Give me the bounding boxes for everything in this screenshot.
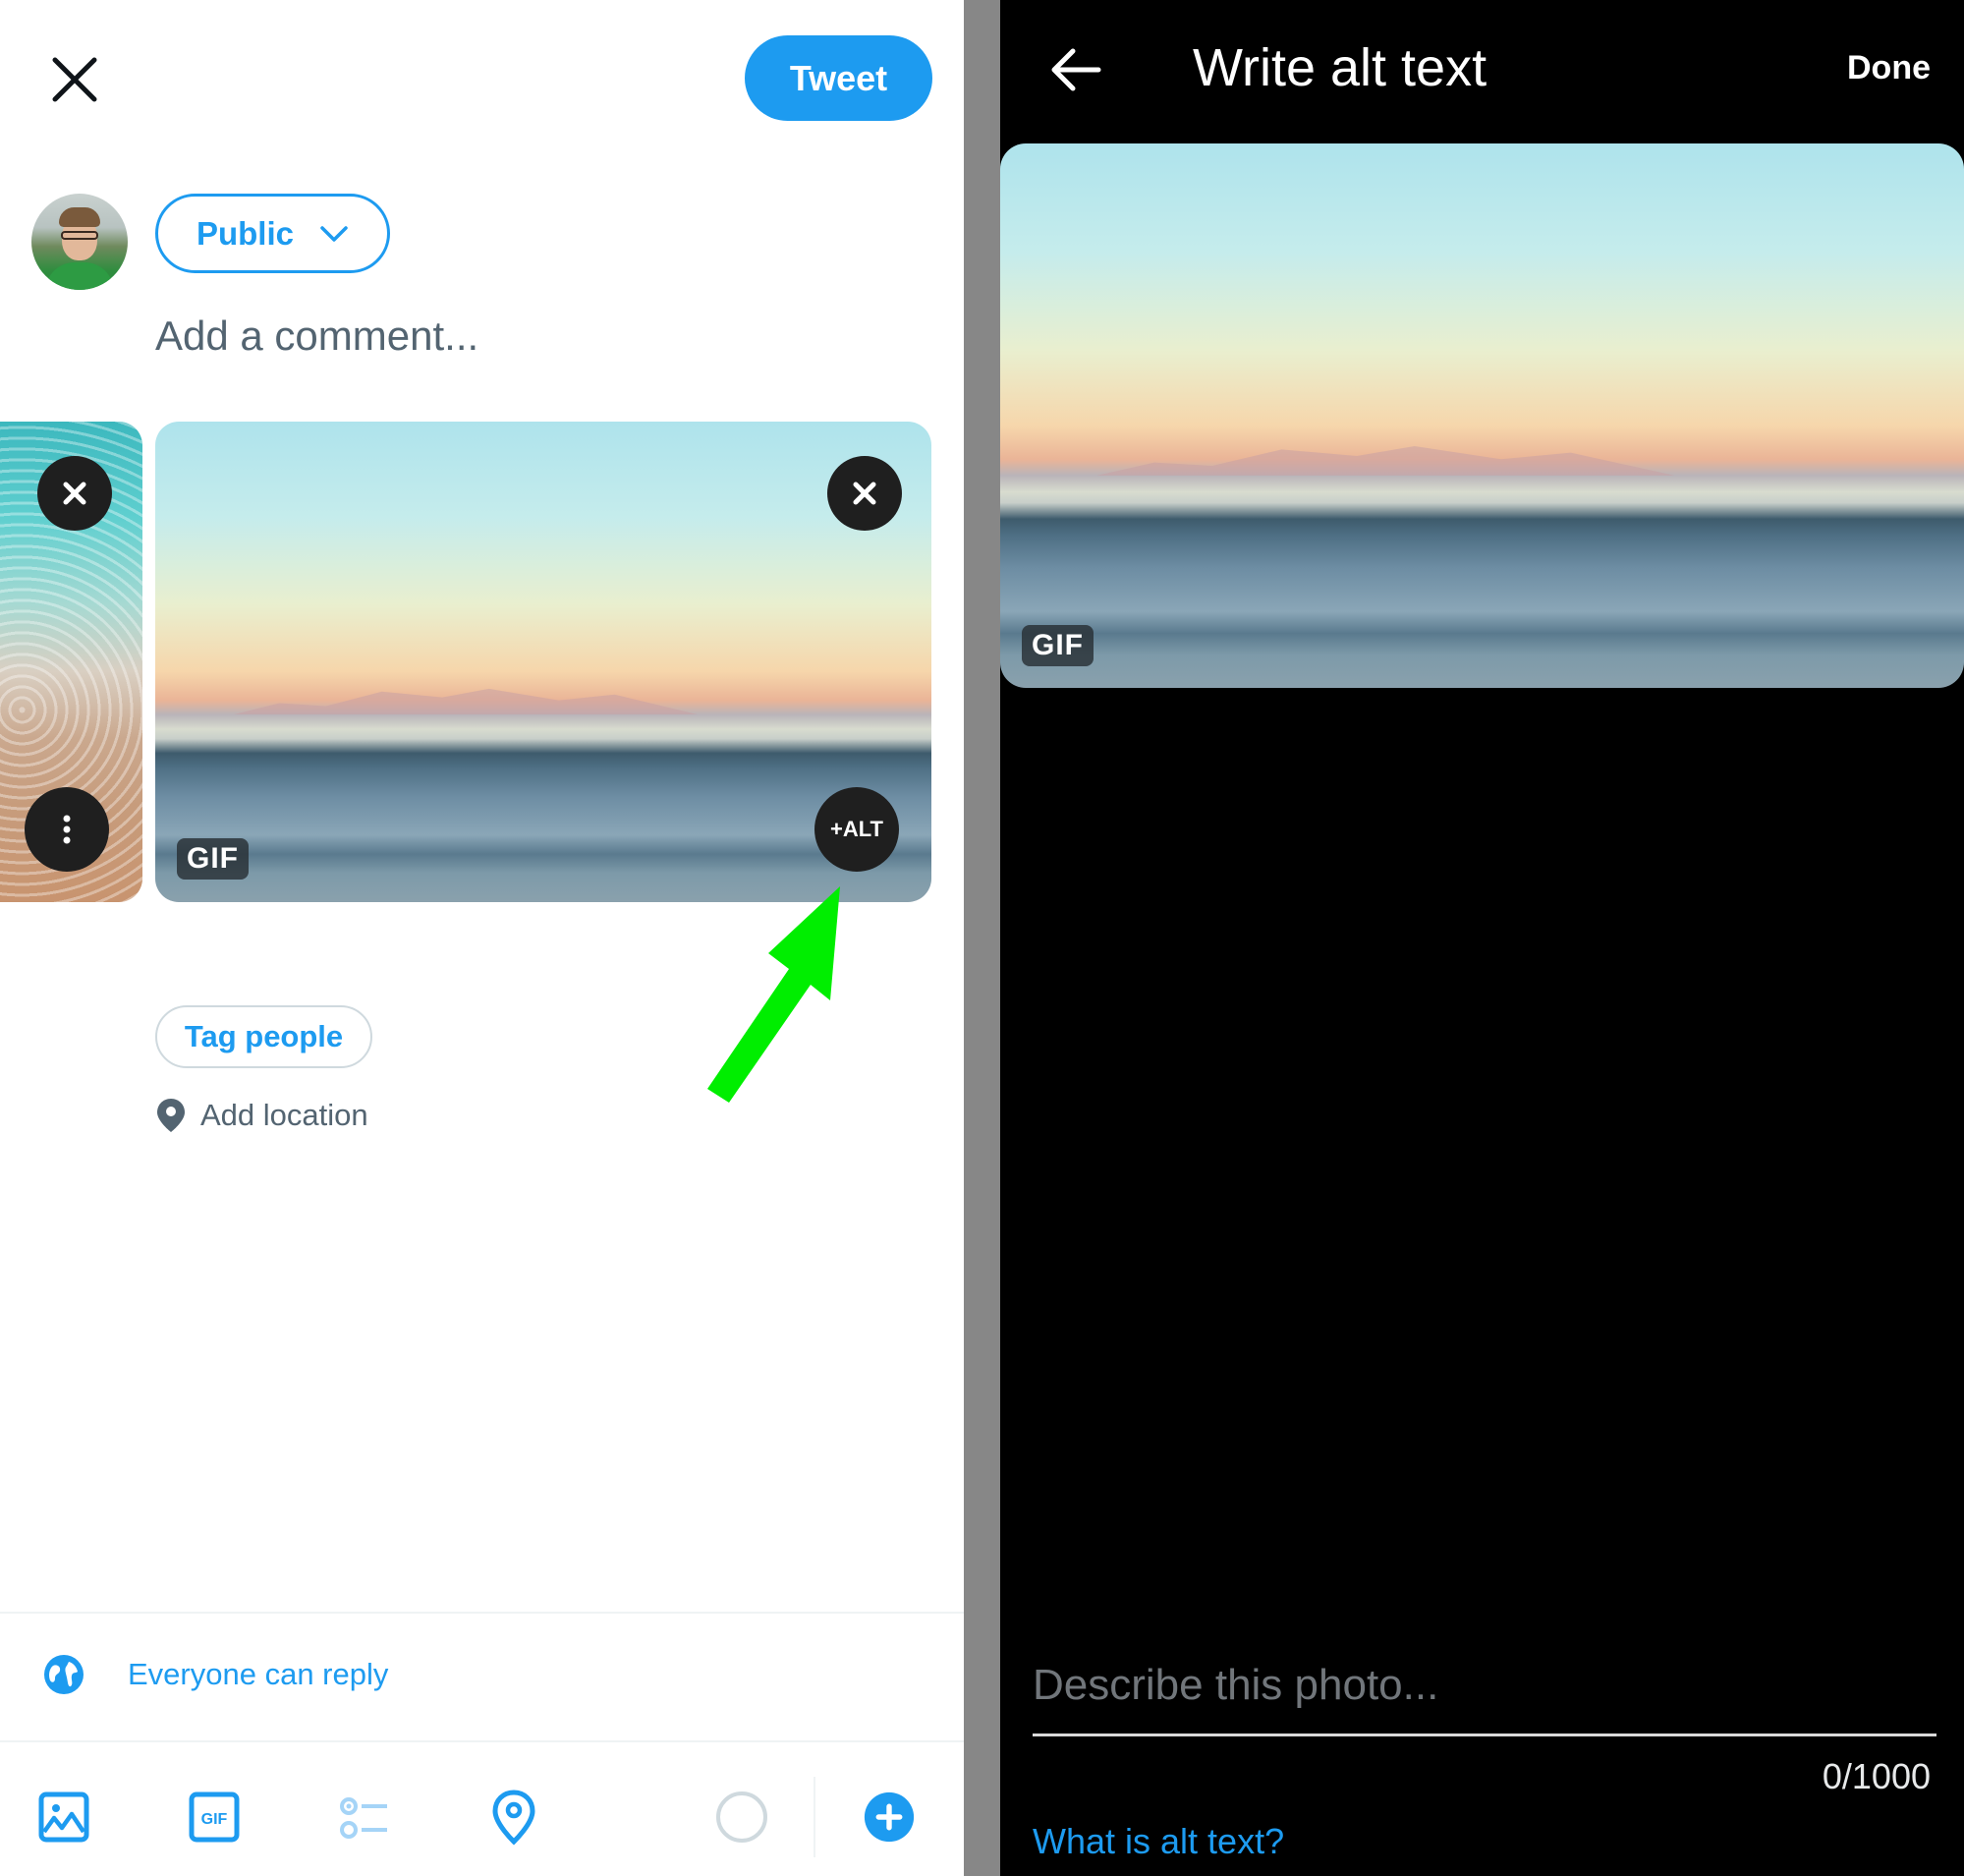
poll-icon — [340, 1797, 387, 1839]
add-location-button[interactable]: Add location — [155, 1097, 368, 1134]
audience-selector[interactable]: Public — [155, 194, 390, 273]
add-location-tool-button[interactable] — [485, 1789, 542, 1846]
tag-people-button[interactable]: Tag people — [155, 1005, 372, 1068]
audience-label: Public — [196, 214, 295, 252]
location-pin-icon — [157, 1099, 185, 1132]
divider — [0, 1740, 964, 1742]
reply-setting-button[interactable]: Everyone can reply — [43, 1654, 388, 1695]
close-icon — [63, 482, 86, 505]
remove-media-button[interactable] — [827, 456, 902, 531]
close-icon — [52, 57, 97, 102]
svg-text:GIF: GIF — [201, 1811, 228, 1828]
avatar-shirt — [45, 262, 114, 290]
media-preview-large: GIF — [1000, 143, 1964, 688]
image-mountains — [233, 688, 699, 715]
character-count-ring-icon — [716, 1791, 767, 1843]
close-compose-button[interactable] — [49, 54, 100, 105]
gif-badge: GIF — [1022, 625, 1094, 666]
media-image — [1000, 143, 1964, 688]
add-gif-button[interactable]: GIF — [186, 1789, 243, 1846]
screenshot-divider — [964, 0, 1000, 1876]
avatar[interactable] — [31, 194, 128, 290]
media-more-button[interactable] — [25, 787, 109, 872]
globe-icon — [44, 1655, 84, 1694]
done-button[interactable]: Done — [1847, 49, 1931, 87]
arrow-left-icon — [1051, 48, 1101, 91]
back-button[interactable] — [1049, 47, 1102, 92]
toolbar-divider — [814, 1777, 815, 1857]
comment-input[interactable] — [155, 313, 922, 360]
add-thread-icon — [864, 1791, 915, 1843]
character-counter: 0/1000 — [1822, 1756, 1931, 1796]
image-mountains — [1096, 446, 1675, 476]
add-alt-text-button[interactable]: +ALT — [814, 787, 899, 872]
tweet-button[interactable]: Tweet — [745, 35, 932, 121]
add-poll-button[interactable] — [335, 1789, 392, 1846]
alt-text-panel: Write alt text Done GIF 0/1000 What is a… — [1000, 0, 1964, 1876]
gif-badge: GIF — [177, 838, 249, 880]
annotation-arrow-icon — [707, 886, 840, 1103]
avatar-glasses — [61, 231, 98, 240]
add-image-button[interactable] — [35, 1789, 92, 1846]
divider — [0, 1612, 964, 1614]
input-underline — [1033, 1734, 1936, 1736]
add-location-label: Add location — [200, 1098, 368, 1132]
location-icon — [492, 1790, 535, 1846]
remove-media-button[interactable] — [37, 456, 112, 531]
chevron-down-icon — [320, 225, 348, 242]
more-vertical-icon — [63, 815, 71, 844]
reply-setting-label: Everyone can reply — [128, 1657, 389, 1691]
close-icon — [853, 482, 876, 505]
character-count-indicator — [713, 1789, 770, 1846]
image-icon — [38, 1791, 89, 1843]
alt-text-input[interactable] — [1033, 1661, 1936, 1710]
page-title: Write alt text — [1193, 38, 1487, 97]
what-is-alt-text-link[interactable]: What is alt text? — [1033, 1821, 1284, 1862]
add-thread-button[interactable] — [861, 1789, 918, 1846]
compose-panel: Tweet Public Add a comment... GIF +ALT T… — [0, 0, 964, 1876]
avatar-hair — [59, 207, 100, 227]
media-thumbnail-previous[interactable] — [0, 422, 142, 902]
gif-icon: GIF — [189, 1791, 240, 1843]
